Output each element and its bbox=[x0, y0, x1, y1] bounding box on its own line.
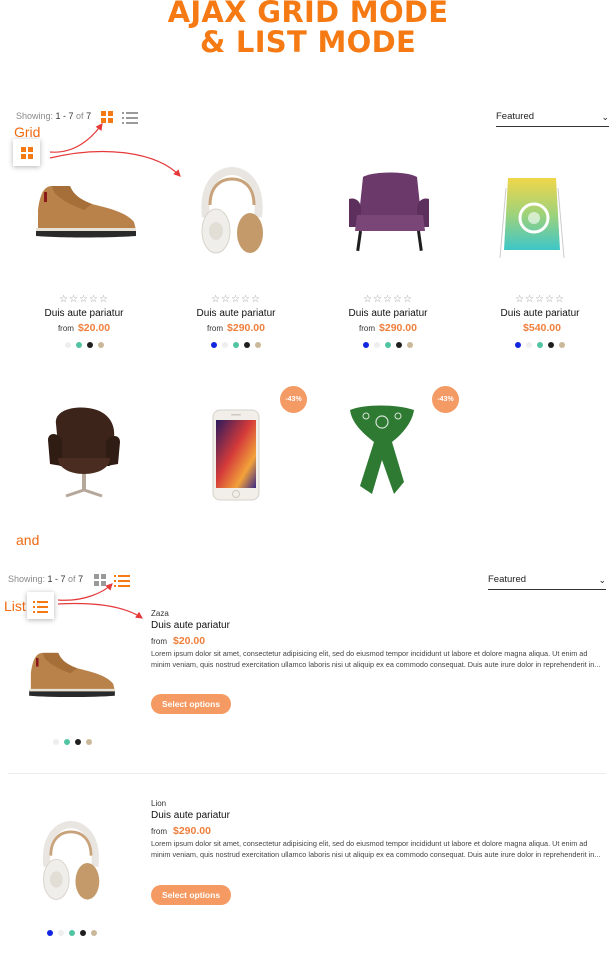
product-vendor: Lion bbox=[151, 799, 167, 808]
product-image-bandana[interactable] bbox=[342, 402, 422, 498]
product-title[interactable]: Duis aute pariatur bbox=[470, 308, 610, 319]
swatch[interactable] bbox=[537, 342, 543, 348]
swatch[interactable] bbox=[526, 342, 532, 348]
chevron-down-icon: ⌄ bbox=[601, 112, 609, 122]
swatch[interactable] bbox=[64, 342, 71, 348]
color-swatches[interactable] bbox=[14, 342, 154, 348]
swatch[interactable] bbox=[385, 342, 391, 348]
swatch[interactable] bbox=[222, 342, 228, 348]
discount-badge: -43% bbox=[432, 386, 459, 413]
swatch[interactable] bbox=[52, 739, 59, 745]
product-image-shoe[interactable] bbox=[22, 646, 122, 706]
select-options-button[interactable]: Select options bbox=[151, 885, 231, 905]
arrow-to-grid-layout bbox=[49, 150, 181, 177]
swatch[interactable] bbox=[515, 342, 521, 348]
page-heading-line-2: & LIST MODE bbox=[199, 25, 417, 59]
grid-callout-icon-box bbox=[13, 139, 40, 166]
swatch[interactable] bbox=[74, 739, 81, 745]
product-description: Lorem ipsum dolor sit amet, consectetur … bbox=[151, 649, 601, 670]
callout-arrows bbox=[49, 123, 181, 177]
color-swatches[interactable] bbox=[318, 342, 458, 348]
select-options-button[interactable]: Select options bbox=[151, 694, 231, 714]
swatch[interactable] bbox=[244, 342, 250, 348]
product-image-armchair[interactable] bbox=[345, 169, 433, 257]
color-swatches[interactable] bbox=[22, 930, 122, 936]
color-swatches[interactable] bbox=[166, 342, 306, 348]
product-title[interactable]: Duis aute pariatur bbox=[318, 308, 458, 319]
swatch[interactable] bbox=[255, 342, 261, 348]
sort-select[interactable]: Featured ⌄ bbox=[496, 111, 609, 127]
grid-callout-label: Grid bbox=[14, 124, 41, 140]
product-image-shoe[interactable] bbox=[30, 178, 142, 248]
swatch[interactable] bbox=[363, 342, 369, 348]
color-swatches[interactable] bbox=[470, 342, 610, 348]
product-title[interactable]: Duis aute pariatur bbox=[151, 810, 230, 821]
page-heading-line-1: AJAX GRID MODE bbox=[167, 0, 449, 29]
product-image-headphones[interactable] bbox=[196, 165, 266, 261]
product-image-drawstring-bag[interactable] bbox=[494, 170, 570, 262]
product-image-headphones[interactable] bbox=[38, 818, 102, 908]
product-price: from $290.00 bbox=[359, 322, 417, 334]
swatch[interactable] bbox=[75, 342, 82, 348]
sort-select[interactable]: Featured ⌄ bbox=[488, 574, 606, 590]
and-label: and bbox=[16, 532, 40, 548]
product-description: Lorem ipsum dolor sit amet, consectetur … bbox=[151, 839, 601, 860]
rating-stars: ☆☆☆☆☆ bbox=[363, 294, 413, 305]
swatch[interactable] bbox=[211, 342, 217, 348]
product-price: from $20.00 bbox=[57, 322, 111, 334]
product-price: from $290.00 bbox=[151, 825, 211, 837]
swatch[interactable] bbox=[58, 930, 64, 936]
grid-view-icon bbox=[21, 147, 33, 159]
swatch[interactable] bbox=[86, 342, 93, 348]
product-image-phone[interactable] bbox=[212, 409, 260, 501]
swatch[interactable] bbox=[63, 739, 70, 745]
arrow-to-list-layout bbox=[57, 602, 143, 619]
product-image-egg-chair[interactable] bbox=[44, 404, 124, 500]
swatch[interactable] bbox=[374, 342, 380, 348]
swatch[interactable] bbox=[85, 739, 92, 745]
list-callout-label: List bbox=[4, 598, 26, 614]
swatch[interactable] bbox=[47, 930, 53, 936]
swatch[interactable] bbox=[97, 342, 104, 348]
arrow-to-grid-button bbox=[49, 123, 103, 153]
product-title[interactable]: Duis aute pariatur bbox=[166, 308, 306, 319]
list-view-icon bbox=[33, 600, 48, 615]
swatch[interactable] bbox=[69, 930, 75, 936]
product-title[interactable]: Duis aute pariatur bbox=[151, 620, 230, 631]
list-callout-icon-box bbox=[27, 592, 54, 619]
product-price: from $290.00 bbox=[207, 322, 265, 334]
swatch[interactable] bbox=[233, 342, 239, 348]
product-title[interactable]: Duis aute pariatur bbox=[14, 308, 154, 319]
color-swatches[interactable] bbox=[22, 739, 122, 745]
swatch[interactable] bbox=[91, 930, 97, 936]
rating-stars: ☆☆☆☆☆ bbox=[515, 294, 565, 305]
swatch[interactable] bbox=[396, 342, 402, 348]
swatch[interactable] bbox=[80, 930, 86, 936]
divider bbox=[8, 773, 606, 774]
product-price: $540.00 bbox=[523, 322, 561, 334]
rating-stars: ☆☆☆☆☆ bbox=[59, 294, 109, 305]
callout-arrows bbox=[57, 583, 143, 619]
product-price: from $20.00 bbox=[151, 635, 206, 647]
swatch[interactable] bbox=[407, 342, 413, 348]
discount-badge: -43% bbox=[280, 386, 307, 413]
swatch[interactable] bbox=[559, 342, 565, 348]
rating-stars: ☆☆☆☆☆ bbox=[211, 294, 261, 305]
arrow-to-list-button bbox=[57, 583, 113, 601]
chevron-down-icon: ⌄ bbox=[598, 575, 606, 585]
swatch[interactable] bbox=[548, 342, 554, 348]
product-vendor: Zaza bbox=[151, 609, 169, 618]
